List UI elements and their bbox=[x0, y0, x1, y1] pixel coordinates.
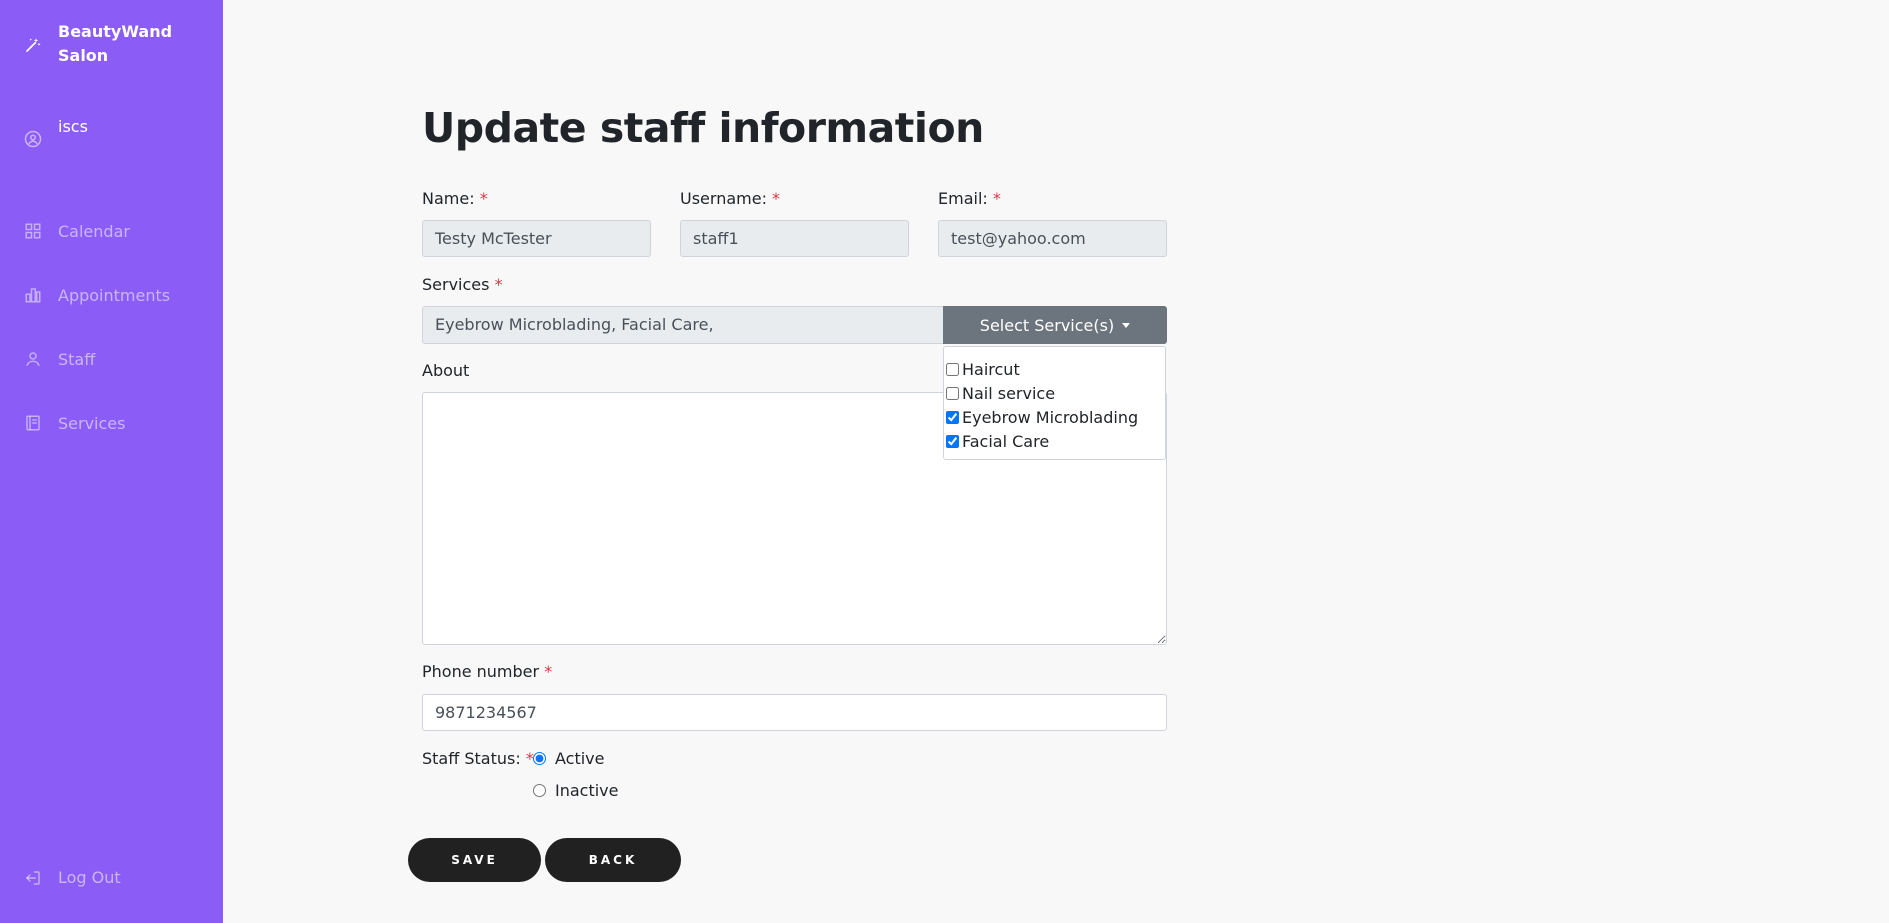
status-option-label: Active bbox=[555, 749, 605, 768]
status-radio-inactive[interactable] bbox=[533, 784, 546, 797]
name-label-text: Name: bbox=[422, 189, 475, 208]
username-field[interactable]: staff1 bbox=[680, 220, 909, 257]
user-profile[interactable]: iscs bbox=[24, 116, 88, 148]
service-option-label: Nail service bbox=[962, 383, 1056, 403]
staff-status-label-text: Staff Status: bbox=[422, 749, 521, 768]
service-option-haircut[interactable]: Haircut bbox=[945, 357, 1165, 381]
service-option-label: Haircut bbox=[962, 359, 1020, 379]
status-option-active[interactable]: Active bbox=[533, 749, 605, 768]
phone-label-text: Phone number bbox=[422, 662, 540, 681]
status-radio-active[interactable] bbox=[533, 752, 546, 765]
required-marker: * bbox=[494, 275, 503, 294]
service-checkbox[interactable] bbox=[946, 362, 959, 376]
service-checkbox[interactable] bbox=[946, 410, 959, 424]
user-icon bbox=[26, 352, 40, 366]
required-marker: * bbox=[772, 189, 781, 208]
sidebar-item-label: Calendar bbox=[58, 221, 130, 241]
staff-status-label: Staff Status: * bbox=[422, 749, 534, 768]
sidebar-item-services[interactable]: Services bbox=[0, 391, 223, 455]
service-option-facial-care[interactable]: Facial Care bbox=[945, 429, 1165, 453]
save-button[interactable]: SAVE bbox=[408, 838, 541, 882]
select-services-label: Select Service(s) bbox=[979, 315, 1115, 335]
sidebar-nav: Calendar Appointments Staff Services bbox=[0, 199, 223, 455]
about-label: About bbox=[422, 361, 470, 380]
logout-icon bbox=[25, 870, 40, 885]
name-label: Name: * bbox=[422, 189, 488, 208]
service-option-eyebrow-microblading[interactable]: Eyebrow Microblading bbox=[945, 405, 1165, 429]
sidebar: BeautyWand Salon iscs Calendar Appointme… bbox=[0, 0, 223, 923]
service-checkbox[interactable] bbox=[946, 434, 959, 448]
sidebar-item-calendar[interactable]: Calendar bbox=[0, 199, 223, 263]
grid-icon bbox=[25, 223, 41, 239]
name-field[interactable]: Testy McTester bbox=[422, 220, 651, 257]
bar-chart-icon bbox=[25, 288, 41, 303]
service-option-label: Eyebrow Microblading bbox=[962, 407, 1139, 427]
caret-down-icon bbox=[1122, 322, 1131, 328]
page-title: Update staff information bbox=[422, 104, 984, 152]
email-field[interactable]: test@yahoo.com bbox=[938, 220, 1167, 257]
logout-link[interactable]: Log Out bbox=[24, 868, 121, 887]
email-label: Email: * bbox=[938, 189, 1001, 208]
user-name: iscs bbox=[58, 117, 88, 136]
services-dropdown: Haircut Nail service Eyebrow Microbladin… bbox=[943, 346, 1166, 460]
logout-label: Log Out bbox=[58, 868, 121, 887]
brand[interactable]: BeautyWand Salon bbox=[24, 20, 188, 68]
services-field[interactable]: Eyebrow Microblading, Facial Care, bbox=[422, 306, 945, 344]
brand-name: BeautyWand Salon bbox=[58, 22, 173, 65]
phone-label: Phone number * bbox=[422, 662, 552, 681]
phone-field[interactable]: 9871234567 bbox=[422, 694, 1167, 731]
username-label-text: Username: bbox=[680, 189, 767, 208]
status-option-label: Inactive bbox=[555, 781, 619, 800]
required-marker: * bbox=[992, 189, 1001, 208]
status-option-inactive[interactable]: Inactive bbox=[533, 781, 619, 800]
required-marker: * bbox=[479, 189, 488, 208]
user-circle-icon bbox=[24, 130, 42, 148]
service-option-nail-service[interactable]: Nail service bbox=[945, 381, 1165, 405]
back-button[interactable]: BACK bbox=[545, 838, 681, 882]
service-option-label: Facial Care bbox=[962, 431, 1050, 451]
book-icon bbox=[26, 415, 40, 431]
sidebar-item-label: Appointments bbox=[58, 285, 171, 305]
email-label-text: Email: bbox=[938, 189, 988, 208]
sidebar-item-staff[interactable]: Staff bbox=[0, 327, 223, 391]
services-label-text: Services bbox=[422, 275, 490, 294]
service-checkbox[interactable] bbox=[946, 386, 959, 400]
username-label: Username: * bbox=[680, 189, 780, 208]
select-services-button[interactable]: Select Service(s) bbox=[943, 306, 1167, 344]
magic-wand-icon bbox=[26, 38, 41, 52]
sidebar-item-label: Services bbox=[58, 413, 126, 433]
required-marker: * bbox=[544, 662, 553, 681]
sidebar-item-appointments[interactable]: Appointments bbox=[0, 263, 223, 327]
services-label: Services * bbox=[422, 275, 503, 294]
sidebar-item-label: Staff bbox=[58, 349, 96, 369]
